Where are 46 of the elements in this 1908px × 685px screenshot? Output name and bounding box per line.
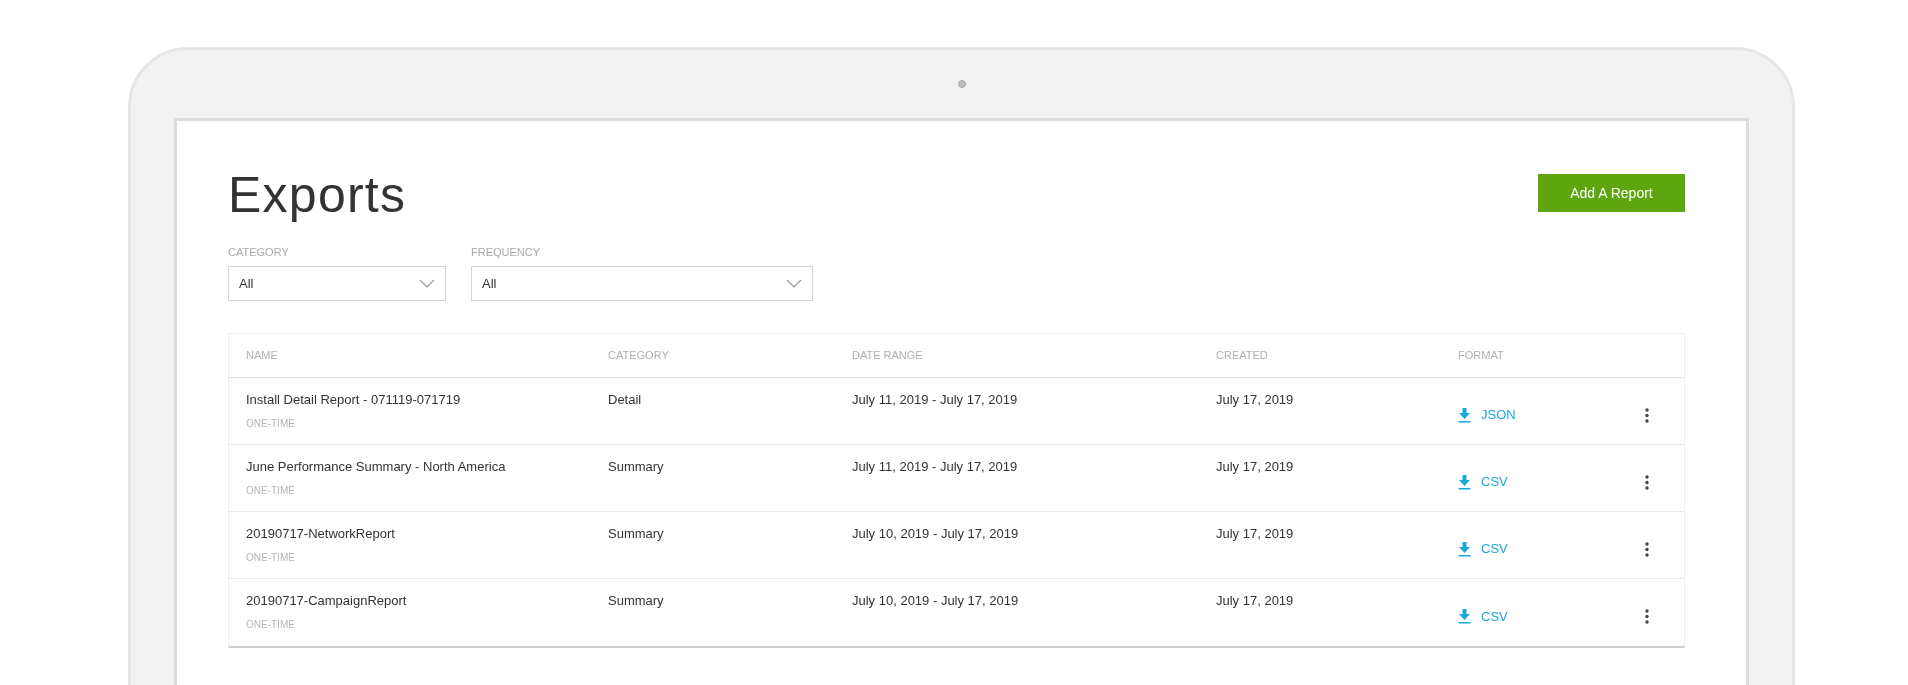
add-report-button[interactable]: Add A Report bbox=[1538, 174, 1685, 212]
filter-dropdown[interactable]: All bbox=[228, 266, 446, 301]
download-icon bbox=[1458, 541, 1471, 557]
column-header: NAME bbox=[246, 348, 278, 364]
more-options-icon[interactable] bbox=[1645, 407, 1649, 423]
download-icon bbox=[1458, 474, 1471, 490]
chevron-down-icon bbox=[419, 279, 435, 288]
report-category: Summary bbox=[608, 592, 664, 610]
more-options-icon[interactable] bbox=[1645, 609, 1649, 624]
report-frequency: ONE-TIME bbox=[246, 483, 295, 498]
report-name: June Performance Summary - North America bbox=[246, 458, 506, 476]
report-name: 20190717-NetworkReport bbox=[246, 525, 395, 543]
chevron-down-icon bbox=[786, 279, 802, 288]
report-created-date: July 17, 2019 bbox=[1216, 391, 1294, 409]
report-name: Install Detail Report - 071119-071719 bbox=[246, 391, 461, 409]
page-title: Exports bbox=[228, 170, 407, 220]
report-date-range: July 10, 2019 - July 17, 2019 bbox=[852, 525, 1019, 543]
download-icon bbox=[1458, 407, 1471, 423]
report-date-range: July 10, 2019 - July 17, 2019 bbox=[852, 592, 1019, 610]
column-header: FORMAT bbox=[1458, 348, 1504, 364]
report-frequency: ONE-TIME bbox=[246, 416, 295, 431]
more-options-icon[interactable] bbox=[1645, 474, 1649, 490]
report-category: Detail bbox=[608, 391, 642, 409]
report-frequency: ONE-TIME bbox=[246, 550, 295, 565]
download-icon bbox=[1458, 609, 1471, 624]
column-header: CATEGORY bbox=[608, 348, 669, 364]
report-name: 20190717-CampaignReport bbox=[246, 592, 407, 610]
download-link[interactable]: CSV bbox=[1458, 606, 1508, 627]
report-created-date: July 17, 2019 bbox=[1216, 525, 1294, 543]
download-link[interactable]: CSV bbox=[1458, 539, 1508, 559]
report-date-range: July 11, 2019 - July 17, 2019 bbox=[852, 391, 1018, 409]
report-date-range: July 11, 2019 - July 17, 2019 bbox=[852, 458, 1018, 476]
report-created-date: July 17, 2019 bbox=[1216, 458, 1294, 476]
filter-label: CATEGORY bbox=[228, 245, 290, 258]
filter-label: FREQUENCY bbox=[471, 245, 542, 258]
download-link[interactable]: CSV bbox=[1458, 472, 1508, 492]
filter-dropdown[interactable]: All bbox=[471, 266, 813, 301]
report-category: Summary bbox=[608, 458, 664, 476]
camera-icon bbox=[957, 80, 966, 88]
column-header: DATE RANGE bbox=[852, 348, 923, 364]
more-options-icon[interactable] bbox=[1645, 541, 1649, 557]
report-category: Summary bbox=[608, 525, 664, 543]
report-frequency: ONE-TIME bbox=[246, 617, 295, 632]
column-header: CREATED bbox=[1216, 348, 1268, 364]
download-link[interactable]: JSON bbox=[1458, 405, 1516, 425]
report-created-date: July 17, 2019 bbox=[1216, 592, 1294, 610]
